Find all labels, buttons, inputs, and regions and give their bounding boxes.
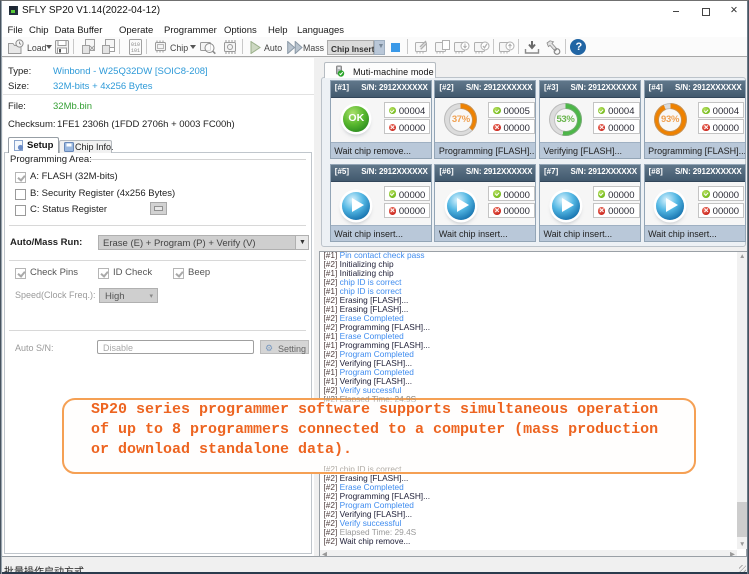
svg-text:101: 101 — [131, 48, 140, 54]
